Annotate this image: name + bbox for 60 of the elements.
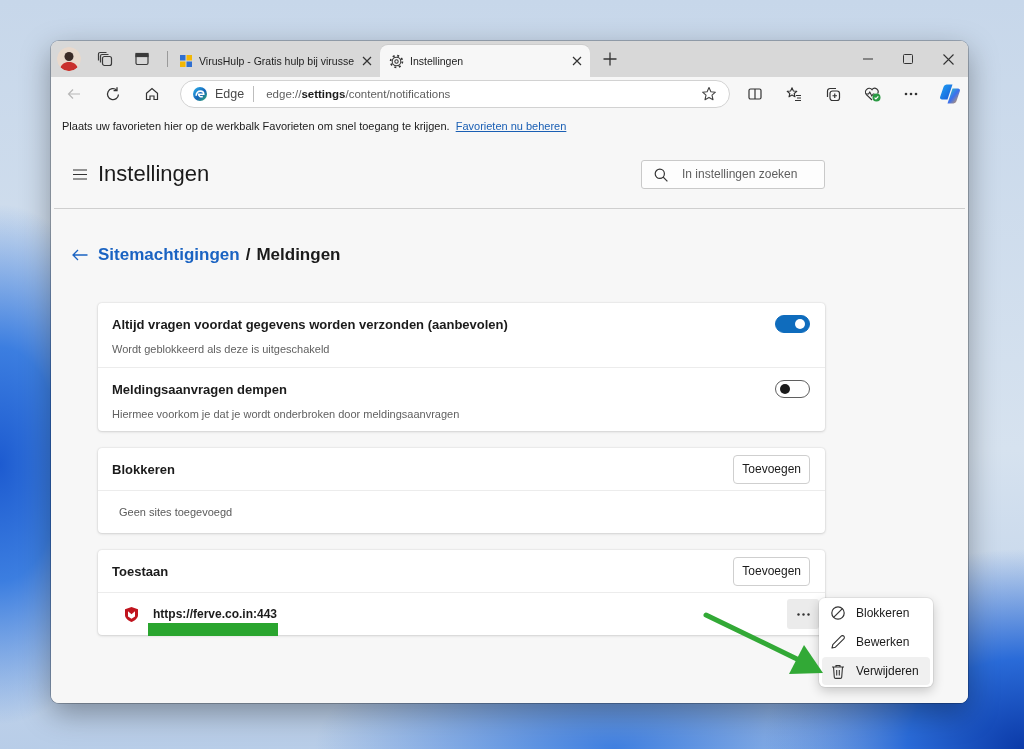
menu-item[interactable]: Bewerken: [822, 628, 930, 656]
more-icon: [904, 92, 918, 96]
setting-title: Meldingsaanvragen dempen: [112, 382, 288, 398]
favorites-bar-hint: Plaats uw favorieten hier op de werkbalk Favorieten om snel toegang te krijgen.: [62, 119, 450, 132]
split-screen-icon: [747, 86, 763, 102]
setting-description: Wordt geblokkeerd als deze is uitgeschakeld: [112, 342, 331, 356]
setting-title: Altijd vragen voordat gegevens worden verzonden (aanbevolen): [112, 317, 509, 333]
menu-item[interactable]: Verwijderen: [822, 657, 930, 685]
stacked-squares-icon: [97, 51, 113, 67]
browser-tab[interactable]: VirusHulp - Gratis hulp bij virusse: [170, 45, 380, 77]
setting-description: Hiermee voorkom je dat je wordt onderbroken door meldingsaanvragen: [112, 407, 461, 421]
url-text: edge://settings/content/notifications: [266, 88, 451, 100]
swirl-logo-icon: [939, 83, 961, 105]
prohibited-icon: [831, 606, 845, 620]
menu-button[interactable]: [72, 166, 88, 182]
section-title: Toestaan: [112, 563, 170, 579]
empty-message: Geen sites toegevoegd: [119, 506, 233, 518]
menu-icon: [73, 168, 87, 180]
home-icon: [144, 86, 160, 102]
add-button[interactable]: Toevoegen: [733, 454, 810, 484]
back-arrow-icon: [66, 86, 82, 102]
browser-tab[interactable]: Instellingen: [380, 45, 590, 77]
page-title: Instellingen: [98, 161, 210, 187]
browser-logo-icon: [193, 87, 207, 101]
shield-icon: [125, 606, 138, 622]
more-icon: [796, 612, 810, 616]
breadcrumb-separator: /: [245, 245, 251, 265]
gear-icon: [389, 53, 404, 69]
toggle-switch[interactable]: [775, 315, 810, 333]
breadcrumb-link[interactable]: Sitemachtigingen: [98, 245, 240, 265]
refresh-icon: [105, 86, 121, 102]
favicon-icon: [179, 54, 193, 68]
person-silhouette-icon: [57, 47, 81, 71]
pencil-icon: [831, 635, 845, 649]
browser-label: Edge: [215, 87, 245, 101]
section-title: Blokkeren: [112, 461, 176, 477]
menu-item[interactable]: Blokkeren: [822, 599, 930, 627]
minimize-icon: [863, 58, 873, 60]
breadcrumb-current: Meldingen: [256, 245, 341, 265]
back-link-button[interactable]: [72, 247, 88, 263]
search-field[interactable]: In instellingen zoeken: [641, 159, 825, 189]
close-icon: [572, 56, 582, 66]
plus-icon: [603, 52, 617, 66]
stack-plus-icon: [825, 86, 841, 102]
star-icon: [701, 86, 717, 102]
back-arrow-icon: [72, 249, 88, 261]
search-icon: [654, 167, 668, 182]
close-icon: [942, 53, 954, 65]
maximize-icon: [903, 54, 913, 64]
heart-check-icon: [863, 86, 881, 102]
site-url: https://ferve.co.in:443: [153, 606, 278, 622]
profile-button[interactable]: [57, 47, 81, 71]
add-button[interactable]: Toevoegen: [733, 556, 810, 586]
address-bar[interactable]: Edge edge://settings/content/notifications: [180, 80, 730, 108]
close-icon: [362, 56, 372, 66]
manage-favorites-link[interactable]: Favorieten nu beheren: [455, 119, 567, 132]
window-layout-icon: [134, 51, 150, 67]
toggle-switch[interactable]: [775, 380, 810, 398]
trash-icon: [831, 663, 845, 679]
star-list-icon: [786, 86, 802, 102]
